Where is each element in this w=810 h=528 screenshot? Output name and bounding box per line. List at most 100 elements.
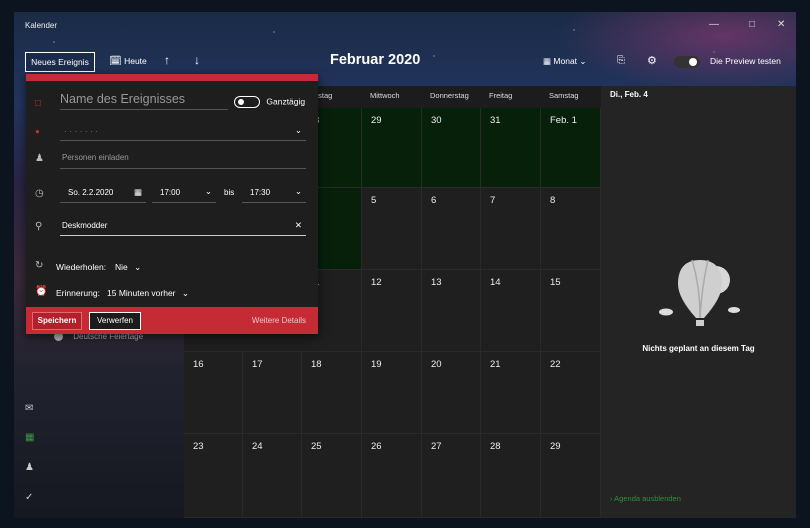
day-number: 14 (490, 277, 501, 288)
day-cell[interactable]: 19 (362, 352, 422, 434)
day-cell[interactable]: 26 (362, 434, 422, 518)
day-cell[interactable]: 18 (302, 352, 362, 434)
day-number: 30 (431, 115, 442, 126)
next-arrow-icon[interactable]: ↓ (194, 53, 200, 67)
share-icon[interactable]: ⎘ (617, 55, 625, 66)
start-time-select[interactable]: 17:00 ⌄ (152, 184, 216, 203)
dayname-friday: Freitag (489, 91, 513, 100)
month-title: Februar 2020 (330, 52, 421, 68)
chevron-down-icon: ⌄ (294, 125, 302, 135)
save-button[interactable]: Speichern (32, 312, 82, 330)
day-number: 13 (431, 277, 442, 288)
close-icon[interactable]: ✕ (777, 19, 785, 30)
today-label: Heute (124, 56, 147, 66)
day-number: 5 (371, 195, 377, 206)
day-number: 27 (431, 441, 442, 452)
day-cell[interactable]: 27 (422, 434, 481, 518)
day-cell[interactable]: 6 (422, 188, 481, 270)
day-cell[interactable]: 25 (302, 434, 362, 518)
end-time-select[interactable]: 17:30 ⌄ (242, 184, 306, 203)
day-cell[interactable]: 23 (184, 434, 243, 518)
people-icon[interactable]: ♟ (25, 462, 34, 473)
day-number: 31 (490, 115, 501, 126)
day-cell[interactable]: 8 (541, 188, 601, 270)
day-cell[interactable]: 30 (422, 108, 481, 188)
repeat-icon: ↻ (35, 260, 44, 271)
location-input[interactable]: Deskmodder ✕ (60, 216, 306, 236)
view-selector[interactable]: ▦ Monat ⌄ (543, 56, 587, 67)
new-event-button[interactable]: Neues Ereignis (25, 52, 95, 72)
day-number: 6 (431, 195, 437, 206)
previous-arrow-icon[interactable]: ↑ (164, 53, 170, 67)
day-cell[interactable]: 24 (243, 434, 302, 518)
calendar-color-dot-icon: ● (35, 127, 40, 136)
day-cell[interactable]: 13 (422, 270, 481, 352)
day-cell[interactable]: 31 (481, 108, 541, 188)
day-cell[interactable]: 7 (481, 188, 541, 270)
invite-people-input[interactable]: Personen einladen (60, 150, 306, 169)
agenda-empty-text: Nichts geplant an diesem Tag (642, 344, 755, 353)
day-cell[interactable]: 14 (481, 270, 541, 352)
day-cell[interactable]: 21 (481, 352, 541, 434)
chevron-down-icon: ⌄ (294, 186, 302, 196)
day-cell[interactable]: 28 (481, 434, 541, 518)
until-label: bis (224, 188, 235, 197)
alarm-icon: ⏰ (35, 286, 48, 297)
day-cell[interactable]: 29 (541, 434, 601, 518)
agenda-panel: Di., Feb. 4 Nichts geplant an diesem Tag… (601, 86, 796, 518)
chevron-down-icon: ⌄ (204, 186, 212, 196)
mail-icon[interactable]: ✉ (25, 403, 33, 414)
dayname-wednesday: Mittwoch (370, 91, 400, 100)
maximize-icon[interactable]: □ (749, 19, 755, 30)
clock-icon: ◷ (35, 188, 44, 199)
invite-placeholder: Personen einladen (62, 153, 129, 162)
title-bar: Kalender — □ ✕ (14, 12, 796, 38)
gear-icon[interactable]: ⚙ (647, 54, 657, 67)
allday-toggle[interactable]: Ganztägig (234, 96, 305, 108)
day-number: 29 (550, 441, 561, 452)
discard-button[interactable]: Verwerfen (89, 312, 141, 330)
day-cell[interactable]: 12 (362, 270, 422, 352)
day-cell[interactable]: 20 (422, 352, 481, 434)
calendar-picker-icon: ▦ (133, 187, 142, 197)
reminder-select[interactable]: 15 Minuten vorher ⌄ (107, 288, 189, 299)
reminder-value: 15 Minuten vorher (107, 288, 176, 298)
new-event-popup: □ Name des Ereignisses Ganztägig ● · · ·… (26, 74, 318, 334)
start-time-value: 17:00 (160, 188, 181, 197)
day-cell[interactable]: 15 (541, 270, 601, 352)
person-icon: ♟ (35, 153, 44, 164)
day-cell[interactable]: 29 (362, 108, 422, 188)
popup-footer: Speichern Verwerfen Weitere Details (26, 307, 318, 334)
day-cell[interactable]: 22 (541, 352, 601, 434)
calendar-icon[interactable]: ▦ (25, 432, 34, 443)
hide-agenda-link[interactable]: › Agenda ausblenden (610, 494, 681, 503)
todo-icon[interactable]: ✓ (25, 492, 33, 503)
event-name-input[interactable]: Name des Ereignisses (60, 92, 228, 110)
day-cell[interactable]: 5 (362, 188, 422, 270)
day-number: Feb. 1 (550, 115, 577, 126)
day-number: 17 (252, 359, 263, 370)
repeat-label: Wiederholen: (56, 262, 107, 272)
day-number: 23 (193, 441, 204, 452)
more-details-link[interactable]: Weitere Details (252, 316, 306, 325)
clear-icon[interactable]: ✕ (295, 220, 302, 231)
minimize-icon[interactable]: — (709, 19, 719, 30)
calendar-account-select[interactable]: · · · · · · · ⌄ (60, 124, 306, 141)
calendar-icon: □ (35, 98, 42, 109)
toggle-knob (689, 58, 697, 66)
day-cell[interactable]: 16 (184, 352, 243, 434)
day-cell[interactable]: 17 (243, 352, 302, 434)
allday-label: Ganztägig (266, 96, 306, 107)
day-number: 29 (371, 115, 382, 126)
day-number: 25 (311, 441, 322, 452)
day-number: 15 (550, 277, 561, 288)
dayname-thursday: Donnerstag (430, 91, 469, 100)
day-number: 7 (490, 195, 496, 206)
day-number: 26 (371, 441, 382, 452)
repeat-select[interactable]: Nie ⌄ (115, 262, 141, 273)
month-view-icon: ▦ (543, 56, 552, 66)
preview-toggle[interactable] (674, 56, 700, 68)
today-button[interactable]: 🗓 Heute (109, 56, 147, 67)
date-picker[interactable]: So. 2.2.2020 ▦ (60, 184, 146, 203)
day-cell[interactable]: Feb. 1 (541, 108, 601, 188)
